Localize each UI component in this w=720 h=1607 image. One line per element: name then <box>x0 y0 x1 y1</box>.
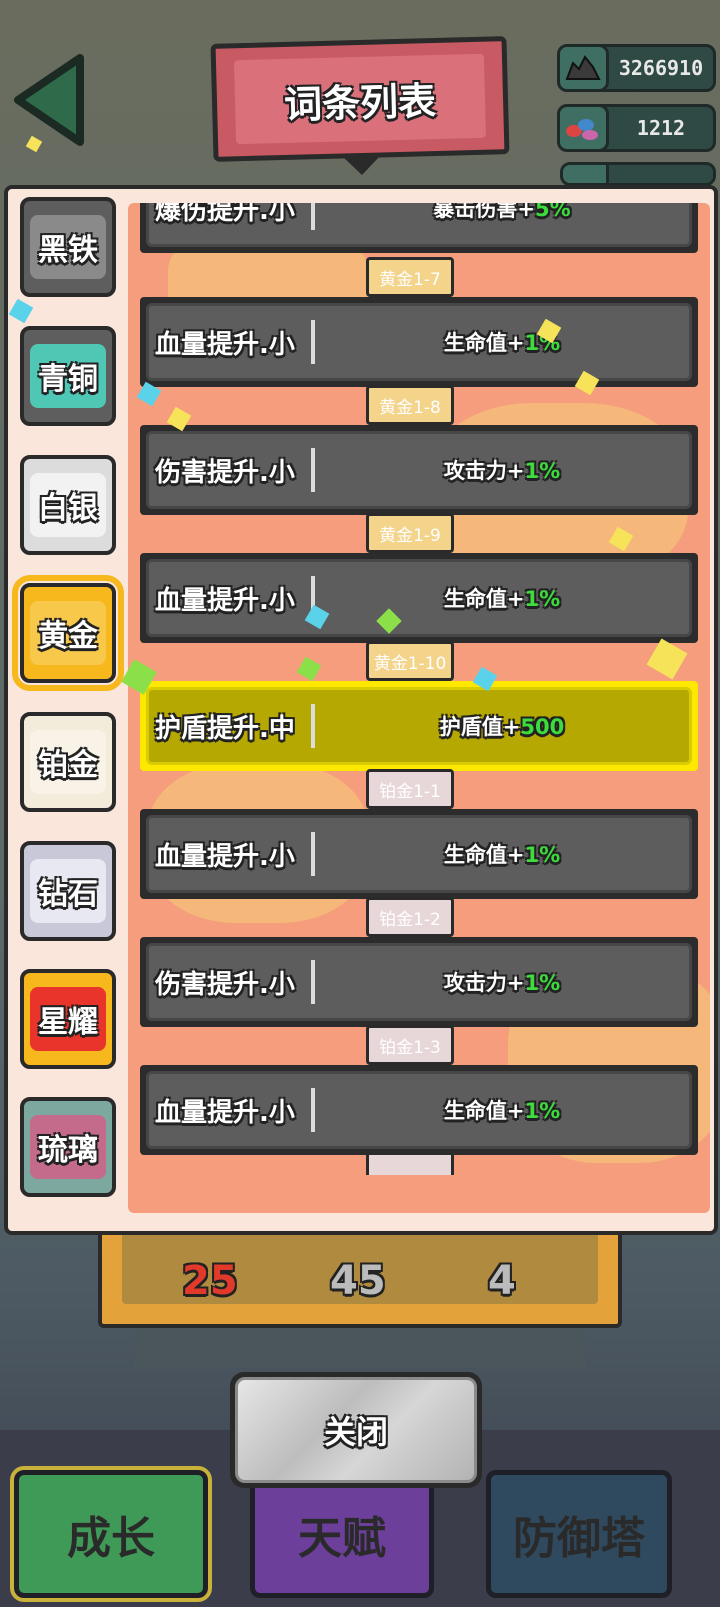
nav-label: 成长 <box>67 1513 155 1564</box>
list-item[interactable]: 血量提升.小 生命值+1% <box>140 553 698 643</box>
back-button[interactable] <box>8 50 88 150</box>
coal-icon <box>557 44 609 92</box>
tab-iron[interactable]: 黑铁 <box>20 197 116 297</box>
entry-name: 血量提升.小 <box>149 1088 315 1132</box>
tab-starlight[interactable]: 星耀 <box>20 969 116 1069</box>
entry-name: 伤害提升.小 <box>149 448 315 492</box>
gems-count: 1212 <box>636 116 686 140</box>
entry-effect: 护盾值+500 <box>439 715 565 739</box>
level-tag-partial <box>366 1155 454 1175</box>
tab-label: 星耀 <box>38 1005 98 1040</box>
list-item[interactable]: 爆伤提升.小 暴击伤害+5% <box>140 203 698 253</box>
level-tag: 铂金1-1 <box>366 769 454 809</box>
tab-label: 钻石 <box>38 877 98 912</box>
orb-count: 4 <box>488 1258 516 1304</box>
tab-label: 白银 <box>38 491 98 526</box>
shadow-bar <box>134 1328 586 1368</box>
level-tag: 黄金1-8 <box>366 385 454 425</box>
entry-name: 血量提升.小 <box>149 576 315 620</box>
list-item[interactable]: 血量提升.小 生命值+1% <box>140 297 698 387</box>
currency-third <box>560 162 716 186</box>
nav-talent[interactable]: 天赋 <box>250 1470 434 1598</box>
list-item-highlighted[interactable]: 护盾提升.中 护盾值+500 <box>140 681 698 771</box>
tab-label: 黄金 <box>38 619 98 654</box>
back-arrow-icon <box>14 54 84 146</box>
entry-name: 血量提升.小 <box>149 832 315 876</box>
tab-glaze[interactable]: 琉璃 <box>20 1097 116 1197</box>
list-item[interactable]: 血量提升.小 生命值+1% <box>140 1065 698 1155</box>
close-label: 关闭 <box>323 1413 388 1451</box>
tab-bronze[interactable]: 青铜 <box>20 326 116 426</box>
currency-coal: 3266910 <box>557 44 716 92</box>
entry-name: 伤害提升.小 <box>149 960 315 1004</box>
entry-effect: 攻击力+1% <box>443 971 561 995</box>
tab-platinum[interactable]: 铂金 <box>20 712 116 812</box>
entry-list[interactable]: 爆伤提升.小 暴击伤害+5% 黄金1-7 血量提升.小 生命值+1% 黄金1-8… <box>128 203 710 1213</box>
orb-icon <box>563 165 609 183</box>
level-tag: 黄金1-9 <box>366 513 454 553</box>
entry-effect: 生命值+1% <box>443 1099 561 1123</box>
list-item[interactable]: 伤害提升.小 攻击力+1% <box>140 425 698 515</box>
entry-effect: 暴击伤害+5% <box>433 203 571 221</box>
tab-label: 琉璃 <box>38 1133 98 1168</box>
entry-name: 爆伤提升.小 <box>149 203 315 230</box>
title-banner: 词条列表 <box>210 36 510 162</box>
coal-count: 3266910 <box>618 56 704 80</box>
entry-effect: 生命值+1% <box>443 331 561 355</box>
list-item[interactable]: 血量提升.小 生命值+1% <box>140 809 698 899</box>
tab-silver[interactable]: 白银 <box>20 455 116 555</box>
nav-growth[interactable]: 成长 <box>10 1466 212 1602</box>
close-button[interactable]: 关闭 <box>230 1372 482 1488</box>
gems-icon <box>557 104 609 152</box>
tab-label: 铂金 <box>38 748 98 783</box>
tab-label: 黑铁 <box>38 233 98 268</box>
tab-label: 青铜 <box>38 362 98 397</box>
nav-label: 防御塔 <box>513 1513 645 1564</box>
currency-gems: 1212 <box>557 104 716 152</box>
entry-list-panel: 黑铁 青铜 白银 黄金 铂金 钻石 星耀 琉璃 爆伤提升.小 暴击伤害+5% 黄… <box>4 185 718 1235</box>
list-item[interactable]: 伤害提升.小 攻击力+1% <box>140 937 698 1027</box>
level-tag: 铂金1-2 <box>366 897 454 937</box>
entry-effect: 生命值+1% <box>443 843 561 867</box>
nav-tower[interactable]: 防御塔 <box>486 1470 672 1598</box>
nav-label: 天赋 <box>298 1513 386 1564</box>
level-tag: 黄金1-7 <box>366 257 454 297</box>
entry-name: 血量提升.小 <box>149 320 315 364</box>
red-count: 25 <box>182 1258 238 1304</box>
entry-effect: 攻击力+1% <box>443 459 561 483</box>
gray-count: 45 <box>330 1258 386 1304</box>
page-title: 词条列表 <box>283 78 437 127</box>
tab-diamond[interactable]: 钻石 <box>20 841 116 941</box>
entry-effect: 生命值+1% <box>443 587 561 611</box>
level-tag: 黄金1-10 <box>366 641 454 681</box>
tab-gold[interactable]: 黄金 <box>12 575 124 691</box>
level-tag: 铂金1-3 <box>366 1025 454 1065</box>
entry-name: 护盾提升.中 <box>149 704 315 748</box>
